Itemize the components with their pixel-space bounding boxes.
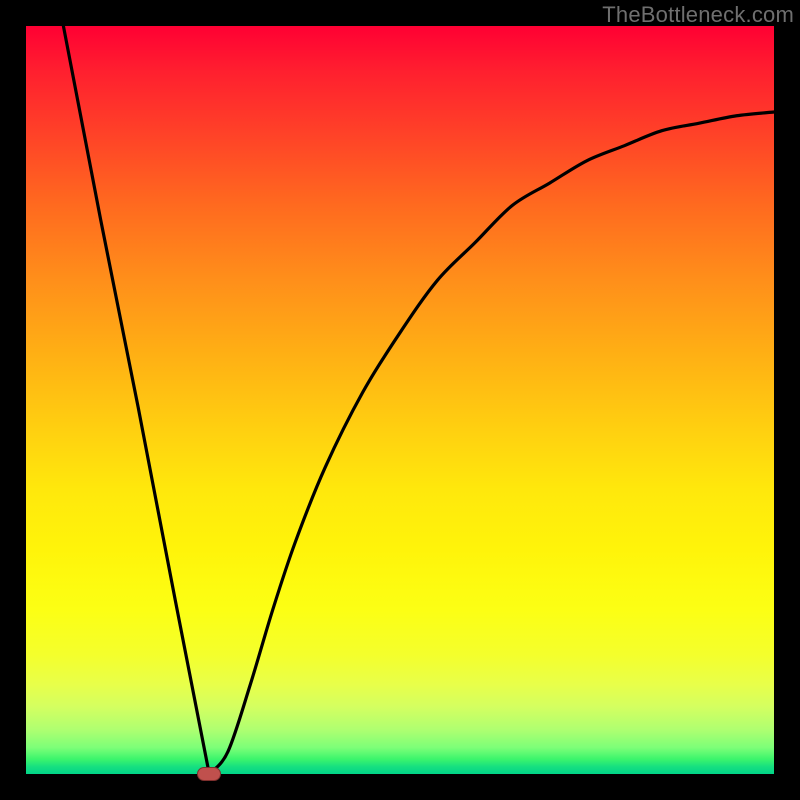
bottleneck-curve (26, 26, 774, 774)
plot-area (26, 26, 774, 774)
watermark-text: TheBottleneck.com (602, 2, 794, 28)
minimum-marker (197, 767, 221, 781)
curve-path (63, 26, 774, 774)
chart-frame: TheBottleneck.com (0, 0, 800, 800)
